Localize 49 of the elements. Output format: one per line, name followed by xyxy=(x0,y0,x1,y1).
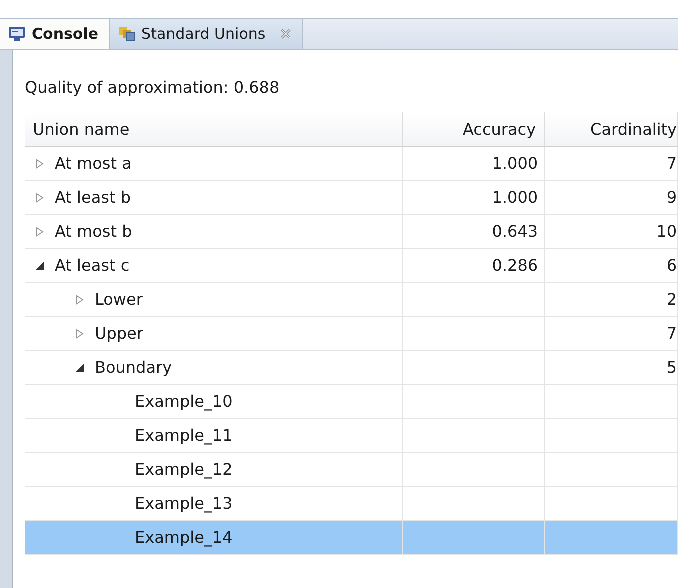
tab[interactable]: Standard Unions xyxy=(110,19,303,49)
stacked-squares-icon xyxy=(118,26,136,42)
tree-row[interactable]: Example_11 xyxy=(25,418,678,452)
union-name: Boundary xyxy=(95,358,172,377)
cardinality-value: 2 xyxy=(666,290,677,309)
accuracy-value: 1.000 xyxy=(492,188,538,207)
union-name: At least c xyxy=(55,256,130,275)
expanded-arrow-icon[interactable] xyxy=(35,260,45,270)
union-name: Example_10 xyxy=(135,392,233,411)
union-name: Example_14 xyxy=(135,528,233,547)
union-name: At most b xyxy=(55,222,132,241)
collapsed-arrow-icon[interactable] xyxy=(35,158,45,168)
tree-row[interactable]: At most b 0.643 10 xyxy=(25,214,678,248)
cardinality-value: 6 xyxy=(666,256,677,275)
union-name: Upper xyxy=(95,324,144,343)
tree-row[interactable]: Lower 2 xyxy=(25,282,678,316)
tree-row[interactable]: At most a 1.000 7 xyxy=(25,146,678,180)
union-name: Example_11 xyxy=(135,426,233,445)
collapsed-arrow-icon[interactable] xyxy=(75,328,85,338)
tree-row[interactable]: Example_10 xyxy=(25,384,678,418)
collapsed-arrow-icon[interactable] xyxy=(35,226,45,236)
quality-label: Quality of approximation: 0.688 xyxy=(25,77,281,99)
accuracy-value: 1.000 xyxy=(492,154,538,173)
tree-row[interactable]: Upper 7 xyxy=(25,316,678,350)
tree-row[interactable]: At least c 0.286 6 xyxy=(25,248,678,282)
union-name: At least b xyxy=(55,188,131,207)
cardinality-value: 7 xyxy=(666,154,677,173)
column-header[interactable]: Accuracy xyxy=(402,112,545,146)
cardinality-value: 10 xyxy=(656,222,677,241)
tree-row[interactable]: Example_12 xyxy=(25,452,678,486)
expanded-arrow-icon[interactable] xyxy=(75,362,85,372)
union-name: Example_13 xyxy=(135,494,233,513)
column-header[interactable]: Cardinality xyxy=(544,112,678,146)
tab[interactable]: Console xyxy=(0,19,110,49)
cardinality-value: 5 xyxy=(666,358,677,377)
tree-row[interactable]: Boundary 5 xyxy=(25,350,678,384)
collapsed-arrow-icon[interactable] xyxy=(35,192,45,202)
column-header[interactable]: Union name xyxy=(25,112,403,146)
tree-row[interactable]: At least b 1.000 9 xyxy=(25,180,678,214)
cardinality-value: 9 xyxy=(666,188,677,207)
accuracy-value: 0.286 xyxy=(492,256,538,275)
close-icon[interactable] xyxy=(280,28,292,40)
accuracy-value: 0.643 xyxy=(492,222,538,241)
union-name: Lower xyxy=(95,290,143,309)
union-name: At most a xyxy=(55,154,132,173)
collapsed-arrow-icon[interactable] xyxy=(75,294,85,304)
union-name: Example_12 xyxy=(135,460,233,479)
cardinality-value: 7 xyxy=(666,324,677,343)
monitor-icon xyxy=(8,26,26,42)
